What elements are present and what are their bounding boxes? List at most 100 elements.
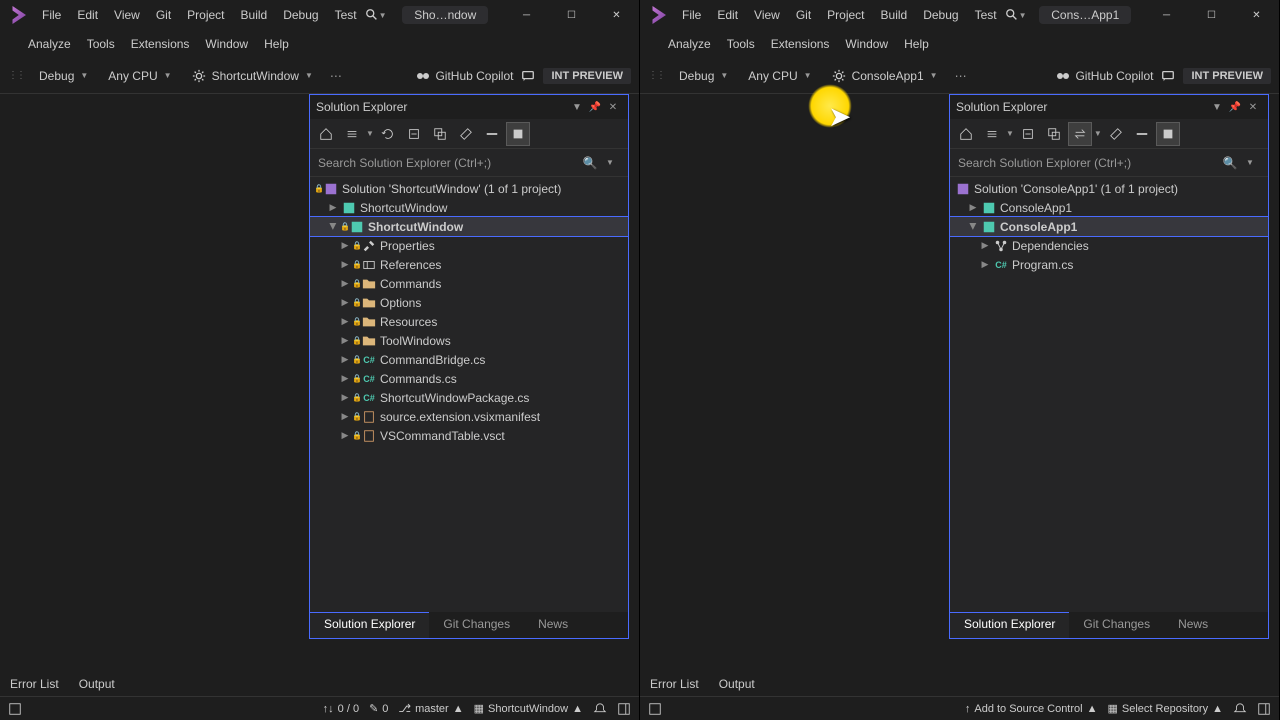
search-icon[interactable]: [1005, 8, 1019, 22]
pin-icon[interactable]: 📌: [586, 102, 604, 113]
chevron-icon[interactable]: ▶: [328, 220, 339, 234]
toolbar-overflow[interactable]: ⋯: [324, 66, 348, 86]
bell-icon[interactable]: [593, 702, 607, 716]
chevron-icon[interactable]: ▶: [968, 220, 979, 234]
platform-dropdown[interactable]: Any CPU▼: [99, 65, 180, 87]
source-control-status[interactable]: ↑ Add to Source Control ▲: [965, 703, 1098, 715]
search-icon[interactable]: [365, 8, 379, 22]
tree-item[interactable]: ▶🔒ToolWindows: [310, 331, 628, 350]
chevron-icon[interactable]: ▶: [326, 202, 340, 213]
search-icon[interactable]: 🔍: [580, 156, 600, 170]
menu-test[interactable]: Test: [967, 4, 1005, 26]
chevron-down-icon[interactable]: ▼: [1006, 129, 1014, 138]
chevron-icon[interactable]: ▶: [978, 259, 992, 270]
tree-item[interactable]: ▶🔒Options: [310, 293, 628, 312]
solution-node[interactable]: Solution 'ConsoleApp1' (1 of 1 project): [950, 179, 1268, 198]
switch-views-icon[interactable]: [980, 122, 1004, 146]
sync-icon[interactable]: [506, 122, 530, 146]
menu-build[interactable]: Build: [233, 4, 276, 26]
chevron-icon[interactable]: ▶: [338, 259, 352, 270]
properties-icon[interactable]: [1104, 122, 1128, 146]
toolbar-overflow[interactable]: ⋯: [949, 66, 973, 86]
show-all-icon[interactable]: [428, 122, 452, 146]
chevron-down-icon[interactable]: ▼: [1094, 129, 1102, 138]
target-status[interactable]: ▦ ShortcutWindow ▲: [474, 702, 583, 715]
close-button[interactable]: ✕: [594, 0, 639, 30]
copilot-button[interactable]: GitHub Copilot: [1049, 65, 1159, 87]
tab-news[interactable]: News: [524, 612, 582, 638]
git-changes-status[interactable]: ↑↓ 0 / 0: [323, 703, 359, 715]
copilot-button[interactable]: GitHub Copilot: [409, 65, 519, 87]
menu-analyze[interactable]: Analyze: [660, 33, 719, 55]
se-search[interactable]: Search Solution Explorer (Ctrl+;) 🔍 ▼: [310, 149, 628, 177]
feedback-icon[interactable]: [521, 69, 535, 83]
filter-icon[interactable]: [1156, 122, 1180, 146]
tree-item[interactable]: ▶🔒References: [310, 255, 628, 274]
preview-icon[interactable]: [1130, 122, 1154, 146]
close-button[interactable]: ✕: [1234, 0, 1279, 30]
menu-debug[interactable]: Debug: [275, 4, 326, 26]
tree-item[interactable]: ▶Dependencies: [950, 236, 1268, 255]
tab-error-list[interactable]: Error List: [6, 675, 63, 693]
menu-window[interactable]: Window: [197, 33, 256, 55]
close-icon[interactable]: ✕: [1244, 102, 1262, 113]
tab-output[interactable]: Output: [715, 675, 759, 693]
close-icon[interactable]: ✕: [604, 102, 622, 113]
menu-file[interactable]: File: [34, 4, 69, 26]
tab-output[interactable]: Output: [75, 675, 119, 693]
show-all-icon[interactable]: [1042, 122, 1066, 146]
tab-git-changes[interactable]: Git Changes: [1069, 612, 1164, 638]
chevron-icon[interactable]: ▶: [338, 335, 352, 346]
search-chevron-icon[interactable]: ▼: [379, 11, 387, 20]
config-dropdown[interactable]: Debug▼: [670, 65, 737, 87]
tree-item[interactable]: ▶🔒Resources: [310, 312, 628, 331]
chevron-icon[interactable]: ▶: [338, 297, 352, 308]
pending-status[interactable]: ✎ 0: [369, 702, 388, 715]
chevron-icon[interactable]: ▶: [338, 392, 352, 403]
tree-item[interactable]: ▶🔒VSCommandTable.vsct: [310, 426, 628, 445]
config-dropdown[interactable]: Debug▼: [30, 65, 97, 87]
tree-item[interactable]: ▶🔒C#Commands.cs: [310, 369, 628, 388]
menu-git[interactable]: Git: [788, 4, 819, 26]
minimize-button[interactable]: ─: [504, 0, 549, 30]
branch-status[interactable]: ⎇ master ▲: [398, 702, 463, 715]
menu-test[interactable]: Test: [327, 4, 365, 26]
chevron-icon[interactable]: ▶: [338, 240, 352, 251]
tree-item[interactable]: ▶🔒C#ShortcutWindowPackage.cs: [310, 388, 628, 407]
panel-icon[interactable]: [617, 702, 631, 716]
tab-news[interactable]: News: [1164, 612, 1222, 638]
app-title[interactable]: Cons…App1: [1039, 6, 1131, 24]
menu-extensions[interactable]: Extensions: [123, 33, 198, 55]
search-chevron-icon[interactable]: ▼: [1019, 11, 1027, 20]
project-node[interactable]: ▶ ConsoleApp1: [950, 198, 1268, 217]
chevron-icon[interactable]: ▶: [338, 354, 352, 365]
minimize-button[interactable]: ─: [1144, 0, 1189, 30]
menu-debug[interactable]: Debug: [915, 4, 966, 26]
menu-edit[interactable]: Edit: [69, 4, 106, 26]
se-dropdown-icon[interactable]: ▼: [568, 102, 586, 113]
project-node[interactable]: ▶ ShortcutWindow: [310, 198, 628, 217]
platform-dropdown[interactable]: Any CPU▼: [739, 65, 820, 87]
menu-help[interactable]: Help: [896, 33, 937, 55]
menu-extensions[interactable]: Extensions: [763, 33, 838, 55]
tree-item[interactable]: ▶🔒C#CommandBridge.cs: [310, 350, 628, 369]
menu-help[interactable]: Help: [256, 33, 297, 55]
home-icon[interactable]: [314, 122, 338, 146]
menu-git[interactable]: Git: [148, 4, 179, 26]
project-node-active[interactable]: ▶ ConsoleApp1: [950, 217, 1268, 236]
startup-dropdown[interactable]: ShortcutWindow▼: [183, 65, 322, 87]
refresh-icon[interactable]: [376, 122, 400, 146]
chevron-icon[interactable]: ▶: [338, 430, 352, 441]
chevron-icon[interactable]: ▶: [338, 373, 352, 384]
collapse-all-icon[interactable]: [1016, 122, 1040, 146]
se-search[interactable]: Search Solution Explorer (Ctrl+;) 🔍 ▼: [950, 149, 1268, 177]
solution-node[interactable]: 🔒 Solution 'ShortcutWindow' (1 of 1 proj…: [310, 179, 628, 198]
tab-solution-explorer[interactable]: Solution Explorer: [950, 612, 1069, 638]
chevron-down-icon[interactable]: ▼: [366, 129, 374, 138]
chevron-icon[interactable]: ▶: [338, 316, 352, 327]
pin-icon[interactable]: 📌: [1226, 102, 1244, 113]
tree-item[interactable]: ▶🔒source.extension.vsixmanifest: [310, 407, 628, 426]
switch-views-icon[interactable]: [340, 122, 364, 146]
tree-item[interactable]: ▶C#Program.cs: [950, 255, 1268, 274]
tree-item[interactable]: ▶🔒Commands: [310, 274, 628, 293]
